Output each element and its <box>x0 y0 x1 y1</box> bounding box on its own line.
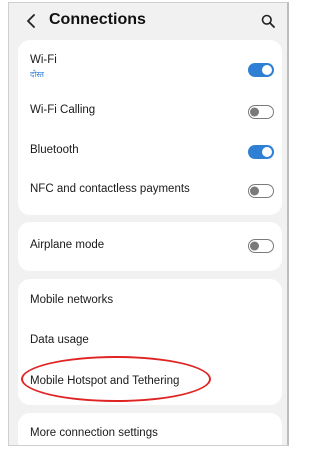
airplane-mode-row[interactable]: Airplane mode <box>18 222 282 271</box>
mobile-hotspot-row[interactable]: Mobile Hotspot and Tethering <box>18 359 282 403</box>
bluetooth-row[interactable]: Bluetooth <box>18 128 282 168</box>
wifi-calling-toggle[interactable] <box>248 105 274 119</box>
toggle-knob <box>262 65 272 75</box>
mobile-hotspot-label: Mobile Hotspot and Tethering <box>30 375 180 387</box>
toggle-knob <box>250 241 259 251</box>
chevron-left-icon <box>27 14 35 28</box>
toggle-knob <box>262 147 272 157</box>
wifi-network-name: दोस्त <box>30 70 44 79</box>
bluetooth-label: Bluetooth <box>30 144 79 156</box>
connections-card-airplane: Airplane mode <box>18 222 282 271</box>
search-button[interactable] <box>259 12 277 30</box>
more-connection-settings-row[interactable]: More connection settings <box>18 413 282 445</box>
nfc-row[interactable]: NFC and contactless payments <box>18 168 282 212</box>
more-connection-settings-label: More connection settings <box>30 427 158 439</box>
toggle-knob <box>250 186 259 196</box>
settings-screen: Connections Wi-Fi दोस्त Wi-Fi Calling Bl… <box>8 2 289 446</box>
wifi-calling-row[interactable]: Wi-Fi Calling <box>18 88 282 128</box>
wifi-row[interactable]: Wi-Fi दोस्त <box>18 40 282 88</box>
airplane-mode-toggle[interactable] <box>248 239 274 253</box>
connections-card-more: More connection settings <box>18 413 282 445</box>
nfc-label: NFC and contactless payments <box>30 183 190 195</box>
wifi-label: Wi-Fi <box>30 54 57 66</box>
search-icon <box>261 14 275 28</box>
wifi-calling-label: Wi-Fi Calling <box>30 104 96 116</box>
data-usage-row[interactable]: Data usage <box>18 319 282 359</box>
airplane-mode-label: Airplane mode <box>30 239 105 251</box>
data-usage-label: Data usage <box>30 334 89 346</box>
bluetooth-toggle[interactable] <box>248 145 274 159</box>
page-title: Connections <box>49 11 146 28</box>
connections-card-primary: Wi-Fi दोस्त Wi-Fi Calling Bluetooth NFC … <box>18 40 282 215</box>
back-button[interactable] <box>23 11 39 31</box>
wifi-toggle[interactable] <box>248 63 274 77</box>
app-bar: Connections <box>9 3 287 39</box>
mobile-networks-label: Mobile networks <box>30 294 114 306</box>
connections-card-mobile: Mobile networks Data usage Mobile Hotspo… <box>18 279 282 405</box>
mobile-networks-row[interactable]: Mobile networks <box>18 279 282 319</box>
toggle-knob <box>250 107 259 117</box>
nfc-toggle[interactable] <box>248 184 274 198</box>
